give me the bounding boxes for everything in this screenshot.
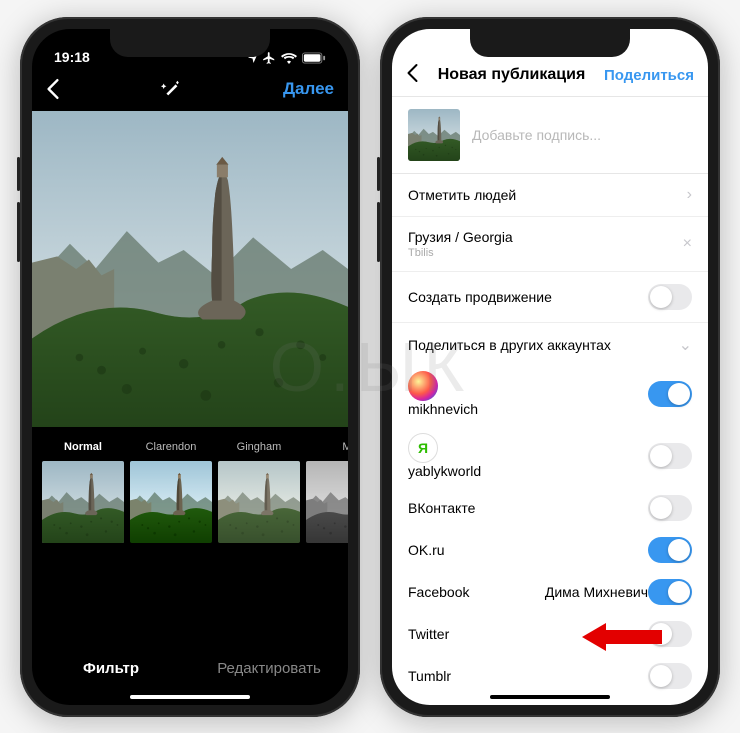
airplane-icon xyxy=(262,51,276,65)
network-detail: Дима Михневич xyxy=(545,584,648,600)
chevron-right-icon: › xyxy=(687,186,692,204)
filter-label: Gingham xyxy=(218,441,300,455)
filter-gingham[interactable]: Gingham xyxy=(218,441,300,543)
filter-label: Clarendon xyxy=(130,441,212,455)
network-name: OK.ru xyxy=(408,542,445,558)
home-indicator xyxy=(490,695,610,699)
location-label: Грузия / Georgia Tbilis xyxy=(408,229,513,259)
auto-enhance-button[interactable] xyxy=(160,78,182,100)
network-okru[interactable]: OK.ru xyxy=(392,529,708,571)
notch xyxy=(110,29,270,57)
phone-right: Новая публикация Поделиться Добавьте под… xyxy=(380,17,720,717)
magic-wand-icon xyxy=(160,78,182,100)
notch xyxy=(470,29,630,57)
network-facebook[interactable]: Facebook Дима Михневич xyxy=(392,571,708,613)
next-button[interactable]: Далее xyxy=(283,79,334,99)
promote-toggle[interactable] xyxy=(648,284,692,310)
location-title: Грузия / Georgia xyxy=(408,229,513,245)
phone-left: 19:18 Далее NormalClarendonGinghamM Филь… xyxy=(20,17,360,717)
filter-clarendon[interactable]: Clarendon xyxy=(130,441,212,543)
status-time: 19:18 xyxy=(54,49,90,65)
promote-row[interactable]: Создать продвижение xyxy=(392,272,708,323)
advanced-settings-row[interactable]: Расширенные настройки › xyxy=(408,703,598,705)
wifi-icon xyxy=(281,52,297,64)
page-title: Новая публикация xyxy=(438,66,586,84)
network-toggle[interactable] xyxy=(648,663,692,689)
filter-thumb xyxy=(130,461,212,543)
network-name: Facebook xyxy=(408,584,469,600)
network-name: Twitter xyxy=(408,626,449,642)
share-button[interactable]: Поделиться xyxy=(604,67,694,84)
network-вконтакте[interactable]: ВКонтакте xyxy=(392,487,708,529)
clear-location-button[interactable]: × xyxy=(683,235,692,253)
network-tumblr[interactable]: Tumblr xyxy=(392,655,708,697)
photo-preview[interactable] xyxy=(32,111,348,427)
chevron-left-icon xyxy=(406,63,419,83)
filter-normal[interactable]: Normal xyxy=(42,441,124,543)
back-button[interactable] xyxy=(46,78,60,100)
avatar: Я xyxy=(408,433,438,463)
filter-thumb xyxy=(306,461,348,543)
filter-label: Normal xyxy=(42,441,124,455)
annotation-arrow xyxy=(582,617,662,657)
filter-thumb xyxy=(42,461,124,543)
back-button[interactable] xyxy=(406,63,419,88)
chevron-down-icon: ⌄ xyxy=(679,335,692,355)
share-accounts-header[interactable]: Поделиться в других аккаунтах ⌄ xyxy=(392,323,708,363)
network-toggle[interactable] xyxy=(648,537,692,563)
network-name: ВКонтакте xyxy=(408,500,475,516)
account-toggle[interactable] xyxy=(648,381,692,407)
battery-icon xyxy=(302,52,326,64)
avatar xyxy=(408,371,438,401)
account-yablykworld[interactable]: Яyablykworld xyxy=(392,425,708,487)
chevron-left-icon xyxy=(46,78,60,100)
filter-thumb xyxy=(218,461,300,543)
editor-navbar: Далее xyxy=(32,67,348,111)
filter-label: M xyxy=(306,441,348,455)
filter-m[interactable]: M xyxy=(306,441,348,543)
account-name: yablykworld xyxy=(408,463,481,479)
tag-people-label: Отметить людей xyxy=(408,187,516,203)
tag-people-row[interactable]: Отметить людей › xyxy=(392,174,708,217)
account-name: mikhnevich xyxy=(408,401,478,417)
location-row[interactable]: Грузия / Georgia Tbilis × xyxy=(392,217,708,272)
caption-row: Добавьте подпись... xyxy=(392,97,708,174)
account-toggle[interactable] xyxy=(648,443,692,469)
home-indicator xyxy=(130,695,250,699)
network-name: Tumblr xyxy=(408,668,451,684)
network-toggle[interactable] xyxy=(648,495,692,521)
caption-input[interactable]: Добавьте подпись... xyxy=(472,127,601,143)
share-accounts-label: Поделиться в других аккаунтах xyxy=(408,337,611,353)
account-mikhnevich[interactable]: mikhnevich xyxy=(392,363,708,425)
promote-label: Создать продвижение xyxy=(408,289,552,305)
location-subtitle: Tbilis xyxy=(408,247,513,259)
filter-strip[interactable]: Normal Clarendon Gingham M xyxy=(32,427,348,543)
network-toggle[interactable] xyxy=(648,579,692,605)
post-thumbnail[interactable] xyxy=(408,109,460,161)
